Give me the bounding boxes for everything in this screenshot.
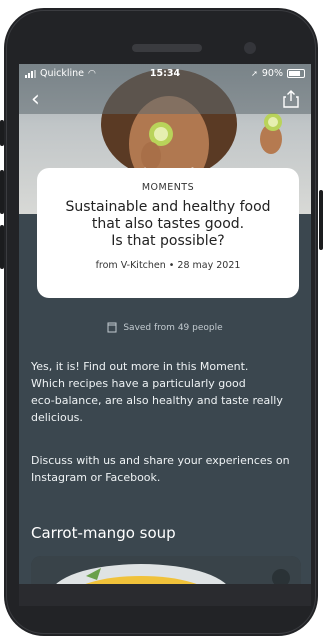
- saved-label: Saved from 49 people: [123, 322, 223, 333]
- description-line: eco-balance, are also healthy and taste …: [31, 394, 283, 407]
- battery-percent: 90%: [261, 68, 283, 79]
- moment-category: MOMENTS: [141, 182, 195, 193]
- recipe-image: [31, 556, 301, 584]
- moment-title: Sustainable and healthy food that also t…: [53, 199, 283, 250]
- status-bar: Quickline ◠ 15:34 ➚ 90%: [19, 64, 311, 84]
- source-date: V-Kitchen • 28 may 2021: [120, 260, 241, 271]
- app-screen: Quickline ◠ 15:34 ➚ 90% ‹ MOMENTS Sustai…: [19, 64, 311, 584]
- power-button: [319, 190, 323, 250]
- bookmark-icon: [107, 322, 117, 333]
- moment-title-line: Sustainable and healthy food: [65, 199, 271, 215]
- moment-source: from V-Kitchen • 28 may 2021: [37, 260, 299, 271]
- volume-up-button: [0, 170, 4, 214]
- description-line: Discuss with us and share your experienc…: [31, 454, 290, 467]
- description-line: Instagram or Facebook.: [31, 471, 161, 484]
- back-button[interactable]: ‹: [31, 88, 51, 112]
- share-icon: [283, 90, 299, 108]
- section-title: Carrot-mango soup: [31, 524, 176, 542]
- moment-title-line: that also tastes good.: [91, 216, 245, 232]
- battery-icon: [287, 69, 305, 78]
- chevron-left-icon: ‹: [31, 87, 40, 112]
- description-paragraph-1: Yes, it is! Find out more in this Moment…: [31, 358, 299, 426]
- device-bottom-bezel: [19, 584, 311, 606]
- volume-down-button: [0, 225, 4, 269]
- moment-title-line: Is that possible?: [111, 233, 225, 249]
- description-line: delicious.: [31, 411, 83, 424]
- description-line: Yes, it is! Find out more in this Moment…: [31, 360, 249, 373]
- moment-card[interactable]: MOMENTS Sustainable and healthy food tha…: [37, 168, 299, 298]
- recipe-card[interactable]: [31, 556, 301, 584]
- description-line: Which recipes have a particularly good: [31, 377, 246, 390]
- location-arrow-icon: ➚: [251, 69, 258, 78]
- front-camera: [244, 42, 256, 54]
- share-button[interactable]: [283, 90, 301, 110]
- description-paragraph-2: Discuss with us and share your experienc…: [31, 452, 299, 486]
- earpiece-speaker: [132, 44, 202, 52]
- from-label: from: [95, 260, 118, 271]
- saved-count: Saved from 49 people: [19, 322, 311, 333]
- mute-switch: [0, 120, 4, 146]
